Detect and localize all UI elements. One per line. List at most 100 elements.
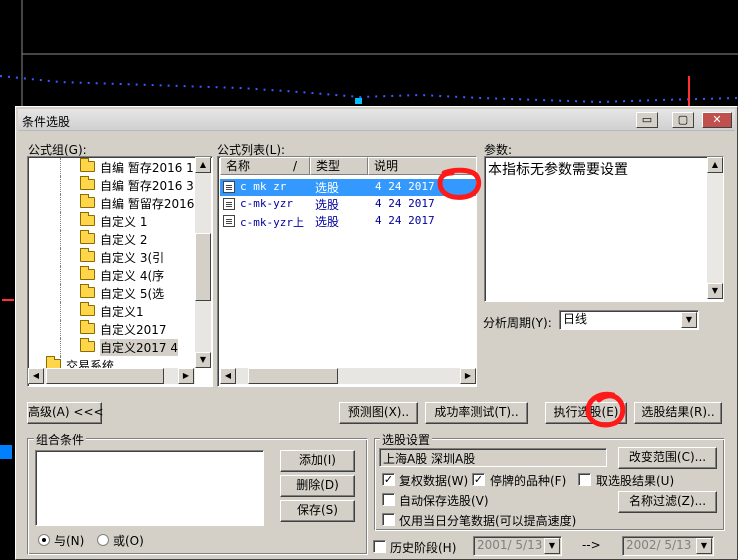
change-range-button[interactable]: 改变范围(C)... <box>618 447 717 469</box>
scroll-down-arrow-icon[interactable]: ▼ <box>707 283 723 299</box>
tree-item-label: 自定义 4(序 <box>100 269 165 283</box>
tree-item-label: 自定义2017 4 <box>100 339 178 356</box>
tree-guide-line <box>60 158 61 176</box>
combination-conditions-list[interactable] <box>35 450 264 526</box>
formula-desc-cell: 4 24 2017 <box>375 197 435 210</box>
tree-item-label: 自定义 3(引 <box>100 251 165 265</box>
add-button[interactable]: 添加(I) <box>280 450 355 472</box>
or-radio-label: 或(O) <box>113 534 144 548</box>
column-header-name[interactable]: 名称 / <box>220 157 310 175</box>
only-today-label: 仅用当日分笔数据(可以提高速度) <box>399 514 577 528</box>
folder-icon <box>80 302 95 316</box>
formula-name-cell: c mk zr <box>240 180 287 193</box>
stock-range-display: 上海A股 深圳A股 <box>379 448 607 467</box>
suspended-label: 停牌的品种(F) <box>490 474 567 488</box>
formula-desc-cell: 4 24 2017 <box>375 180 435 193</box>
tree-guide-line <box>60 230 61 248</box>
formula-type-cell: 选股 <box>315 181 340 195</box>
auto-save-label: 自动保存选股(V) <box>399 494 489 508</box>
minimize-icon[interactable]: ▭ <box>636 112 658 128</box>
tree-item-label: 自定义 5(选 <box>100 287 165 301</box>
scroll-down-arrow-icon[interactable]: ▼ <box>195 352 211 368</box>
params-text-area[interactable]: 本指标无参数需要设置 ▲ ▼ <box>484 156 724 302</box>
tree-guide-line <box>60 284 61 302</box>
selection-settings-label: 选股设置 <box>380 431 433 448</box>
folder-icon <box>80 176 95 190</box>
auto-save-checkbox[interactable] <box>382 493 395 506</box>
history-start-date[interactable]: 2001/ 5/13 ▼ <box>473 536 562 556</box>
formula-desc-cell: 4 24 2017 <box>375 214 435 227</box>
rights-data-label: 复权数据(W) <box>399 474 469 488</box>
advanced-button[interactable]: 高级(A) <<< <box>27 402 104 424</box>
selection-results-button[interactable]: 选股结果(R).. <box>634 402 722 424</box>
chevron-down-icon[interactable]: ▼ <box>696 538 712 554</box>
tree-horizontal-scrollbar[interactable]: ◀ ▶ <box>28 368 195 384</box>
rights-data-checkbox[interactable]: ✓ <box>382 473 395 486</box>
formula-type-cell: 选股 <box>315 215 340 229</box>
tree-vertical-scrollbar[interactable]: ▲ ▼ <box>195 157 211 368</box>
formula-name-cell: c-mk-yzr <box>240 197 293 210</box>
red-annotation-circle <box>585 391 626 428</box>
take-results-checkbox[interactable] <box>578 473 591 486</box>
folder-icon <box>80 212 95 226</box>
only-today-checkbox[interactable] <box>382 513 395 526</box>
history-label: 历史阶段(H) <box>390 541 457 555</box>
formula-doc-icon <box>223 198 235 210</box>
history-checkbox[interactable] <box>373 540 386 553</box>
maximize-icon[interactable]: ▢ <box>672 112 694 128</box>
tree-item-label: 自定义1 <box>100 305 144 319</box>
tree-item-label: 自定义2017 <box>100 323 167 337</box>
scroll-right-arrow-icon[interactable]: ▶ <box>178 368 194 384</box>
tree-guide-line <box>60 338 61 356</box>
formula-group-tree[interactable]: 自编 暂存2016 1 自编 暂存2016 3 自编 暂留存2016 自定义 1 自定义… <box>27 156 213 387</box>
preview-chart-button[interactable]: 预测图(X).. <box>339 402 418 424</box>
chevron-down-icon[interactable]: ▼ <box>681 312 697 328</box>
formula-name-cell: c-mk-yzr上 <box>240 216 304 229</box>
scroll-right-arrow-icon[interactable]: ▶ <box>460 368 476 384</box>
scroll-thumb[interactable] <box>248 368 338 384</box>
name-filter-button[interactable]: 名称过滤(Z)... <box>618 491 717 513</box>
tree-guide-line <box>60 194 61 212</box>
analysis-period-select[interactable]: 日线 ▼ <box>559 310 699 330</box>
tree-item-label: 自定义 2 <box>100 233 148 247</box>
and-radio[interactable] <box>38 534 50 546</box>
success-rate-test-button[interactable]: 成功率测试(T).. <box>425 402 528 424</box>
suspended-checkbox[interactable]: ✓ <box>472 473 485 486</box>
title-bar: 条件选股 ▭ ▢ ✕ <box>18 109 735 131</box>
tree-guide-line <box>60 320 61 338</box>
folder-icon <box>80 266 95 280</box>
formula-doc-icon <box>223 215 235 227</box>
scroll-up-arrow-icon[interactable]: ▲ <box>707 157 723 173</box>
folder-icon <box>80 338 95 352</box>
close-icon[interactable]: ✕ <box>702 112 732 128</box>
folder-icon <box>80 320 95 334</box>
combination-conditions-label: 组合条件 <box>34 431 87 448</box>
red-annotation-circle <box>437 167 482 200</box>
or-radio[interactable] <box>97 534 109 546</box>
dialog-title: 条件选股 <box>22 115 71 129</box>
scroll-up-arrow-icon[interactable]: ▲ <box>195 157 211 173</box>
delete-button[interactable]: 删除(D) <box>280 475 355 497</box>
and-radio-label: 与(N) <box>54 534 85 548</box>
tree-item-label: 自编 暂存2016 1 <box>100 161 194 175</box>
folder-icon <box>80 194 95 208</box>
folder-icon <box>80 158 95 172</box>
tree-guide-line <box>60 302 61 320</box>
scroll-thumb[interactable] <box>46 368 164 384</box>
tree-guide-line <box>60 266 61 284</box>
take-results-label: 取选股结果(U) <box>596 474 675 488</box>
formula-list-row[interactable]: c-mk-yzr上 选股 4 24 2017 <box>220 213 476 230</box>
list-horizontal-scrollbar[interactable]: ◀ ▶ <box>220 368 476 384</box>
column-header-type[interactable]: 类型 <box>310 157 368 175</box>
scroll-thumb[interactable] <box>195 233 211 301</box>
params-text: 本指标无参数需要设置 <box>488 162 628 178</box>
tree-guide-line <box>60 212 61 230</box>
chevron-down-icon[interactable]: ▼ <box>544 538 560 554</box>
scroll-left-arrow-icon[interactable]: ◀ <box>28 368 44 384</box>
save-button[interactable]: 保存(S) <box>280 500 355 522</box>
date-range-arrow: --> <box>582 538 601 552</box>
history-end-date[interactable]: 2002/ 5/13 ▼ <box>622 536 714 556</box>
params-vertical-scrollbar[interactable]: ▲ ▼ <box>707 157 723 299</box>
scroll-left-arrow-icon[interactable]: ◀ <box>220 368 236 384</box>
tree-item-label: 自定义 1 <box>100 215 148 229</box>
